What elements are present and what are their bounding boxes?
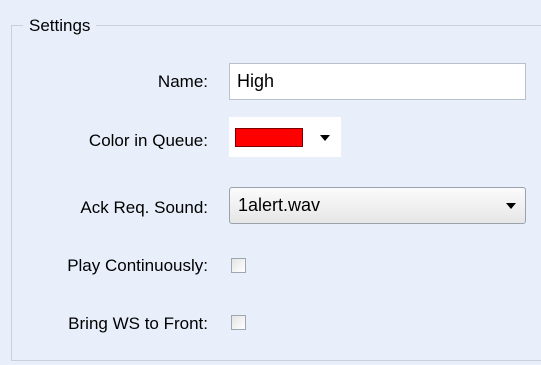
name-input[interactable]: High xyxy=(229,63,526,100)
chevron-down-icon xyxy=(506,203,516,209)
color-in-queue-label: Color in Queue: xyxy=(88,131,208,150)
chevron-down-icon xyxy=(320,135,330,141)
play-continuously-label: Play Continuously: xyxy=(67,256,208,275)
color-swatch xyxy=(235,128,303,147)
settings-panel: Settings Name: High Color in Queue: Ack … xyxy=(0,0,541,365)
name-label: Name: xyxy=(157,72,208,91)
bring-ws-to-front-checkbox[interactable] xyxy=(231,315,246,330)
play-continuously-checkbox[interactable] xyxy=(231,258,246,273)
bring-ws-to-front-label: Bring WS to Front: xyxy=(68,314,208,333)
color-picker[interactable] xyxy=(229,117,341,157)
ack-req-sound-label: Ack Req. Sound: xyxy=(80,198,208,217)
ack-req-sound-selected: 1alert.wav xyxy=(238,195,321,215)
groupbox-title: Settings xyxy=(23,15,97,37)
ack-req-sound-dropdown[interactable]: 1alert.wav xyxy=(229,187,526,224)
